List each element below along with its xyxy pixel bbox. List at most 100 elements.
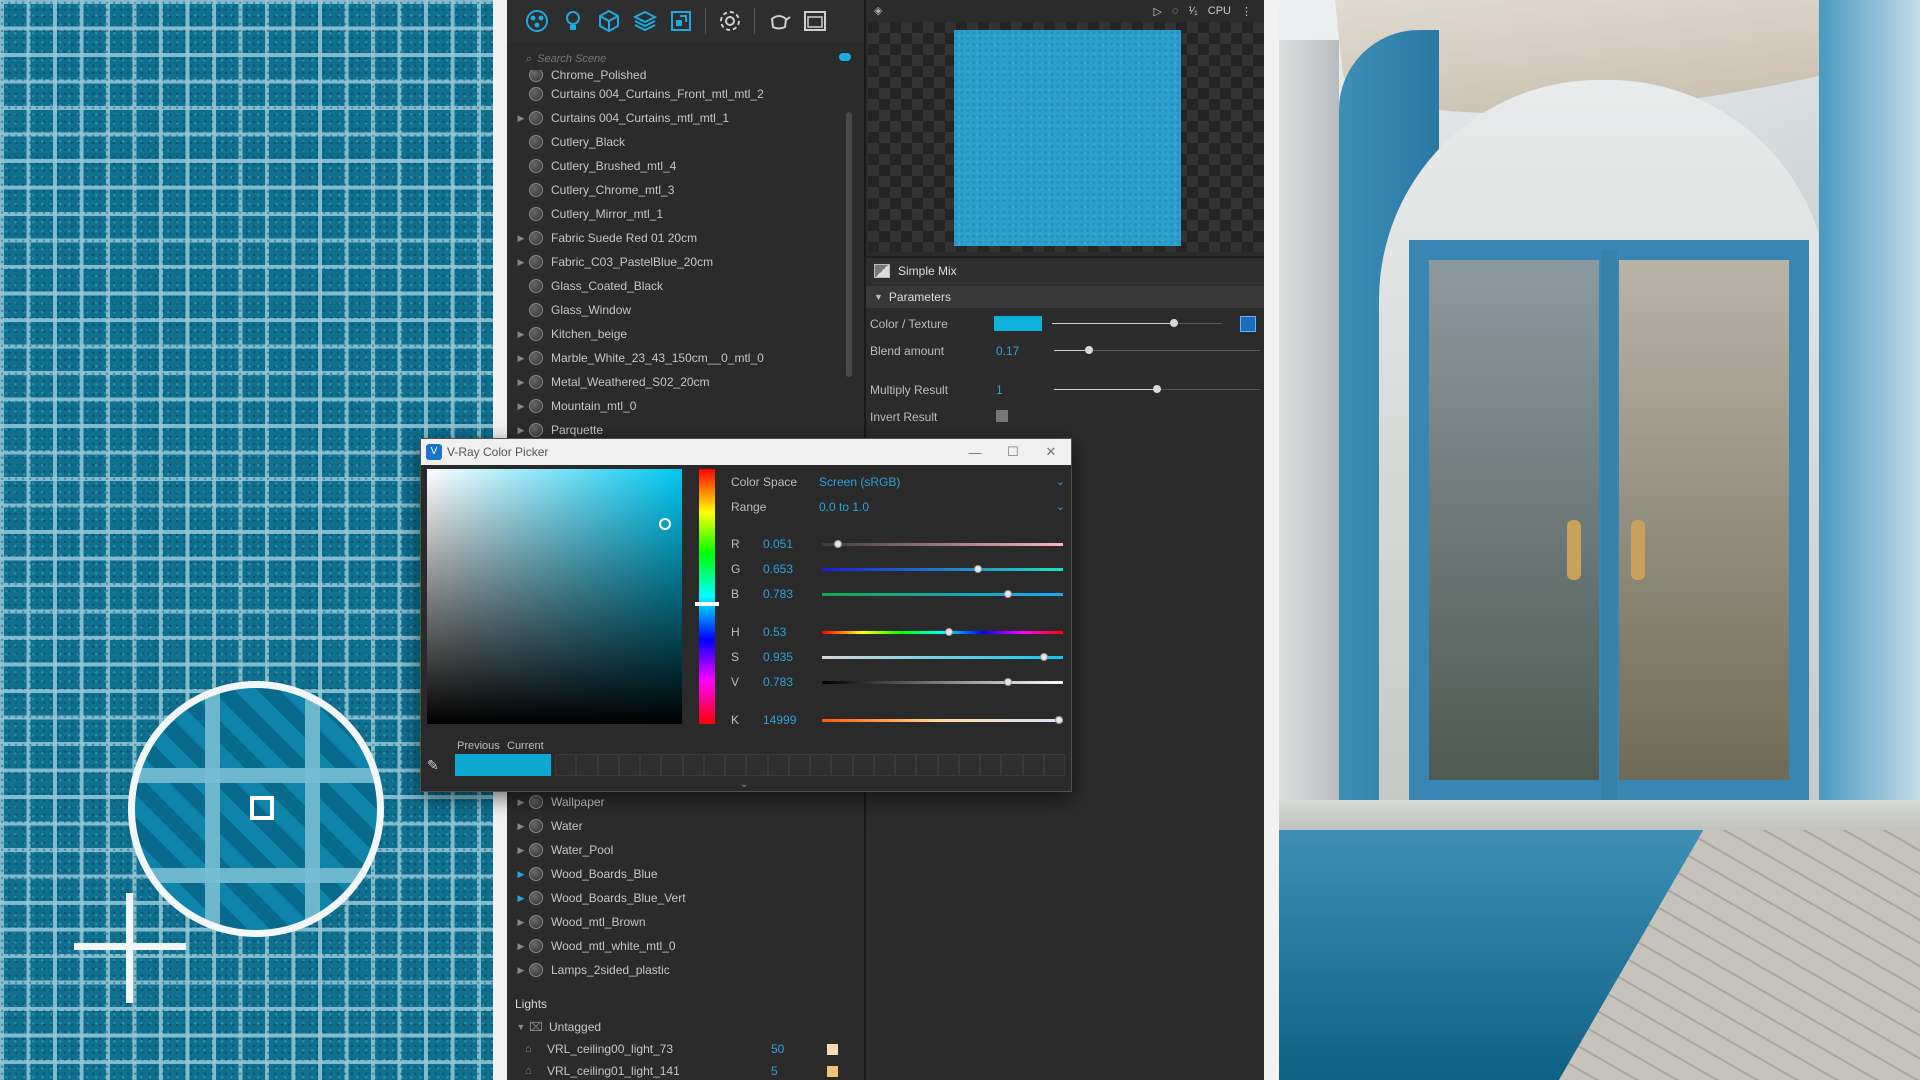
- expand-arrow-icon[interactable]: ▶: [513, 845, 529, 856]
- frame-buffer-icon[interactable]: [803, 9, 827, 33]
- geometry-icon[interactable]: [597, 9, 621, 33]
- material-row[interactable]: ▶ Wood_Boards_Blue_Vert: [513, 886, 843, 910]
- material-row[interactable]: Glass_Window: [513, 298, 843, 322]
- color-texture-swatch[interactable]: [994, 316, 1042, 331]
- dialog-title-bar[interactable]: V V-Ray Color Picker — ☐ ✕: [421, 439, 1071, 465]
- history-swatch[interactable]: [555, 754, 577, 776]
- parameter-slider-knob[interactable]: [1170, 319, 1179, 327]
- slider-knob[interactable]: [945, 628, 954, 636]
- expand-chevron-icon[interactable]: ⌄: [740, 779, 748, 790]
- material-row[interactable]: Chrome_Polished: [513, 70, 843, 82]
- history-swatch[interactable]: [810, 754, 832, 776]
- search-scene-input[interactable]: ⌕ Search Scene: [517, 48, 857, 70]
- material-row[interactable]: ▶ Lamps_2sided_plastic: [513, 958, 843, 982]
- material-row[interactable]: ▶ Mountain_mtl_0: [513, 394, 843, 418]
- history-swatch[interactable]: [1022, 754, 1044, 776]
- material-row[interactable]: ▶ Wood_mtl_Brown: [513, 910, 843, 934]
- slider-knob[interactable]: [974, 565, 983, 573]
- material-row[interactable]: ▶ Curtains 004_Curtains_mtl_mtl_1: [513, 106, 843, 130]
- color-space-dropdown[interactable]: Screen (sRGB): [819, 475, 900, 489]
- outliner-scrollbar[interactable]: [846, 112, 852, 377]
- history-swatch[interactable]: [767, 754, 789, 776]
- light-group-untagged[interactable]: ▼ ⌧ Untagged: [513, 1016, 853, 1038]
- close-icon[interactable]: ✕: [1031, 441, 1071, 463]
- expand-arrow-icon[interactable]: ▶: [513, 353, 529, 364]
- channel-value-g[interactable]: 0.653: [763, 562, 793, 576]
- material-row[interactable]: ▶ Marble_White_23_43_150cm__0_mtl_0: [513, 346, 843, 370]
- channel-slider-r[interactable]: [822, 540, 1063, 548]
- light-color-swatch[interactable]: [827, 1043, 838, 1055]
- material-row[interactable]: Glass_Coated_Black: [513, 274, 843, 298]
- history-swatch[interactable]: [576, 754, 598, 776]
- parameters-section-header[interactable]: ▼ Parameters: [866, 286, 1264, 308]
- history-swatch[interactable]: [661, 754, 683, 776]
- material-row[interactable]: ▶ Water_Pool: [513, 838, 843, 862]
- history-swatch[interactable]: [1043, 754, 1065, 776]
- channel-value-v[interactable]: 0.783: [763, 675, 793, 689]
- channel-value-r[interactable]: 0.051: [763, 537, 793, 551]
- material-row[interactable]: Curtains 004_Curtains_Front_mtl_mtl_2: [513, 82, 843, 106]
- expand-arrow-icon[interactable]: ▶: [513, 797, 529, 808]
- material-row[interactable]: ▶ Fabric_C03_PastelBlue_20cm: [513, 250, 843, 274]
- render-mode-label[interactable]: CPU: [1208, 5, 1231, 17]
- expand-arrow-icon[interactable]: ▶: [513, 425, 529, 436]
- expand-arrow-icon[interactable]: ▶: [513, 257, 529, 268]
- chevron-down-icon[interactable]: ⌄: [1056, 500, 1065, 513]
- history-swatch[interactable]: [958, 754, 980, 776]
- slider-knob[interactable]: [1004, 590, 1013, 598]
- expand-arrow-icon[interactable]: ▶: [513, 893, 529, 904]
- history-swatch[interactable]: [597, 754, 619, 776]
- light-intensity[interactable]: 50: [771, 1042, 784, 1056]
- history-swatch[interactable]: [980, 754, 1002, 776]
- parameter-value[interactable]: 0.17: [996, 344, 1019, 358]
- history-swatch[interactable]: [725, 754, 747, 776]
- channel-value-s[interactable]: 0.935: [763, 650, 793, 664]
- channel-value-b[interactable]: 0.783: [763, 587, 793, 601]
- slider-knob[interactable]: [1004, 678, 1013, 686]
- settings-icon[interactable]: [718, 9, 742, 33]
- material-row[interactable]: Cutlery_Chrome_mtl_3: [513, 178, 843, 202]
- saturation-value-field[interactable]: [427, 469, 682, 724]
- material-row[interactable]: ▶ Metal_Weathered_S02_20cm: [513, 370, 843, 394]
- channel-slider-k[interactable]: [822, 716, 1063, 724]
- eyedropper-icon[interactable]: ✎: [427, 757, 447, 777]
- expand-arrow-icon[interactable]: ▶: [513, 113, 529, 124]
- material-row[interactable]: Cutlery_Mirror_mtl_1: [513, 202, 843, 226]
- resolution-icon[interactable]: ¹⁄₁: [1189, 5, 1198, 17]
- hue-strip[interactable]: [699, 469, 715, 724]
- material-row[interactable]: ▶ Wood_mtl_white_mtl_0: [513, 934, 843, 958]
- parameter-slider-knob[interactable]: [1085, 346, 1094, 354]
- history-swatch[interactable]: [618, 754, 640, 776]
- channel-slider-v[interactable]: [822, 678, 1063, 686]
- lights-icon[interactable]: [561, 9, 585, 33]
- history-swatch[interactable]: [703, 754, 725, 776]
- channel-value-k[interactable]: 14999: [763, 713, 796, 727]
- layers-icon[interactable]: [633, 9, 657, 33]
- expand-arrow-icon[interactable]: ▶: [513, 233, 529, 244]
- materials-icon[interactable]: [525, 9, 549, 33]
- chevron-down-icon[interactable]: ⌄: [1056, 475, 1065, 488]
- play-render-icon[interactable]: ▷: [1154, 5, 1162, 18]
- range-dropdown[interactable]: 0.0 to 1.0: [819, 500, 869, 514]
- history-swatch[interactable]: [1001, 754, 1023, 776]
- slider-knob[interactable]: [1055, 716, 1063, 724]
- expand-arrow-icon[interactable]: ▶: [513, 329, 529, 340]
- history-swatch[interactable]: [682, 754, 704, 776]
- history-swatch[interactable]: [895, 754, 917, 776]
- history-swatch[interactable]: [746, 754, 768, 776]
- teapot-icon[interactable]: [767, 9, 791, 33]
- invert-result-checkbox[interactable]: [996, 410, 1008, 422]
- light-row[interactable]: ⌂ VRL_ceiling01_light_141 5: [507, 1060, 847, 1080]
- channel-slider-b[interactable]: [822, 590, 1063, 598]
- visibility-filter-icon[interactable]: [839, 53, 851, 61]
- current-color-swatch[interactable]: [455, 754, 551, 776]
- material-row[interactable]: ▶ Wood_Boards_Blue: [513, 862, 843, 886]
- history-swatch[interactable]: [852, 754, 874, 776]
- history-swatch[interactable]: [937, 754, 959, 776]
- preview-options-icon[interactable]: ◈: [874, 4, 882, 17]
- light-color-swatch[interactable]: [827, 1065, 838, 1077]
- expand-arrow-icon[interactable]: ▶: [513, 869, 529, 880]
- expand-arrow-icon[interactable]: ▶: [513, 401, 529, 412]
- channel-slider-s[interactable]: [822, 653, 1063, 661]
- expand-arrow-icon[interactable]: ▶: [513, 917, 529, 928]
